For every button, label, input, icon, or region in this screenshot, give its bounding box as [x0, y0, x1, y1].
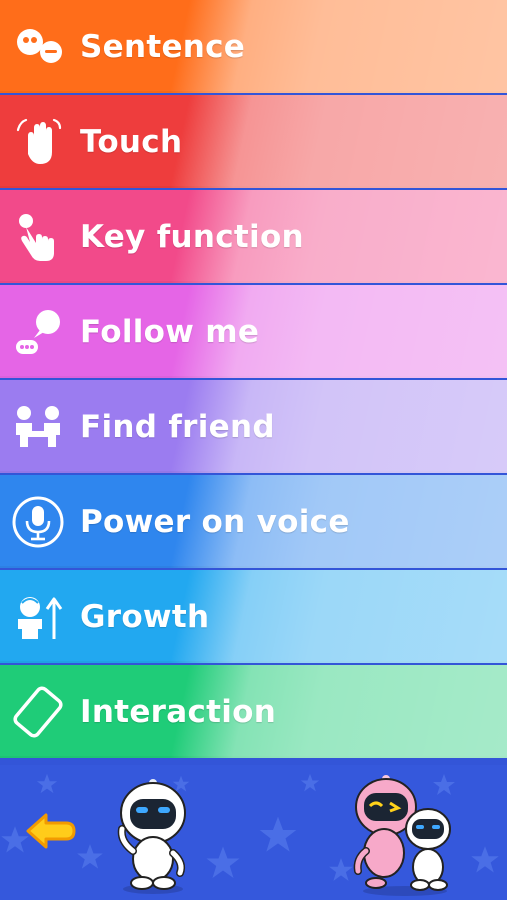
growth-person-arrow-icon — [10, 589, 66, 645]
star-decoration-icon — [77, 844, 103, 869]
menu-item-find-friend[interactable]: Find friend — [0, 380, 507, 473]
key-press-finger-icon — [10, 209, 66, 265]
menu-item-label: Key function — [80, 218, 304, 255]
star-decoration-icon — [300, 773, 320, 792]
microphone-icon — [10, 494, 66, 550]
menu-item-label: Touch — [80, 123, 183, 160]
menu-item-key-function[interactable]: Key function — [0, 190, 507, 283]
menu-item-label: Sentence — [80, 28, 246, 65]
back-arrow-icon[interactable] — [24, 809, 78, 853]
menu-item-power-on-voice[interactable]: Power on voice — [0, 475, 507, 568]
star-decoration-icon — [36, 773, 58, 794]
menu-item-label: Find friend — [80, 408, 275, 445]
white-robot-waving — [117, 779, 186, 894]
feature-menu: Sentence Touch Key function Follow me Fi… — [0, 0, 507, 760]
menu-item-label: Follow me — [80, 313, 260, 350]
star-decoration-icon — [471, 846, 499, 873]
menu-item-growth[interactable]: Growth — [0, 570, 507, 663]
menu-item-label: Growth — [80, 598, 210, 635]
menu-item-follow-me[interactable]: Follow me — [0, 285, 507, 378]
star-decoration-icon — [259, 816, 297, 852]
menu-item-label: Power on voice — [80, 503, 350, 540]
footer-banner — [0, 765, 507, 900]
menu-item-touch[interactable]: Touch — [0, 95, 507, 188]
find-friend-people-icon — [10, 399, 66, 455]
pink-and-white-robots — [353, 775, 451, 896]
phone-interaction-icon — [10, 684, 66, 740]
menu-item-sentence[interactable]: Sentence — [0, 0, 507, 93]
touch-hand-icon — [10, 114, 66, 170]
item-sheen — [0, 95, 507, 188]
item-sheen — [0, 0, 507, 93]
menu-item-label: Interaction — [80, 693, 277, 730]
star-decoration-icon — [206, 846, 240, 878]
sentence-bubbles-icon — [10, 19, 66, 75]
item-sheen — [0, 570, 507, 663]
follow-me-chat-icon — [10, 304, 66, 360]
menu-item-interaction[interactable]: Interaction — [0, 665, 507, 758]
